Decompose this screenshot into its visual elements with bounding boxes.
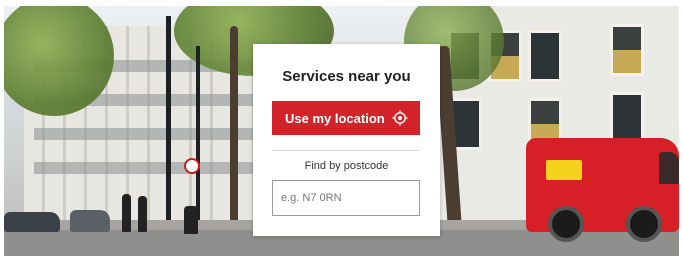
pedestrian (122, 194, 131, 232)
postcode-label: Find by postcode (304, 160, 389, 172)
tree-trunk (230, 26, 238, 241)
road-sign-icon (184, 158, 200, 174)
use-my-location-button[interactable]: Use my location (272, 101, 420, 135)
divider (272, 150, 420, 151)
services-near-you-card: Services near you Use my location Find b… (253, 44, 440, 236)
royal-mail-logo-icon (546, 160, 582, 180)
royal-mail-van (526, 138, 679, 242)
card-title: Services near you (282, 68, 411, 85)
parked-car (70, 210, 110, 232)
crosshair-location-icon (392, 110, 408, 126)
pedestrian (138, 196, 147, 232)
bin (184, 206, 198, 234)
lamp-post (166, 16, 171, 241)
parked-car (4, 212, 60, 232)
postcode-input[interactable] (272, 180, 420, 216)
use-my-location-label: Use my location (285, 110, 385, 126)
